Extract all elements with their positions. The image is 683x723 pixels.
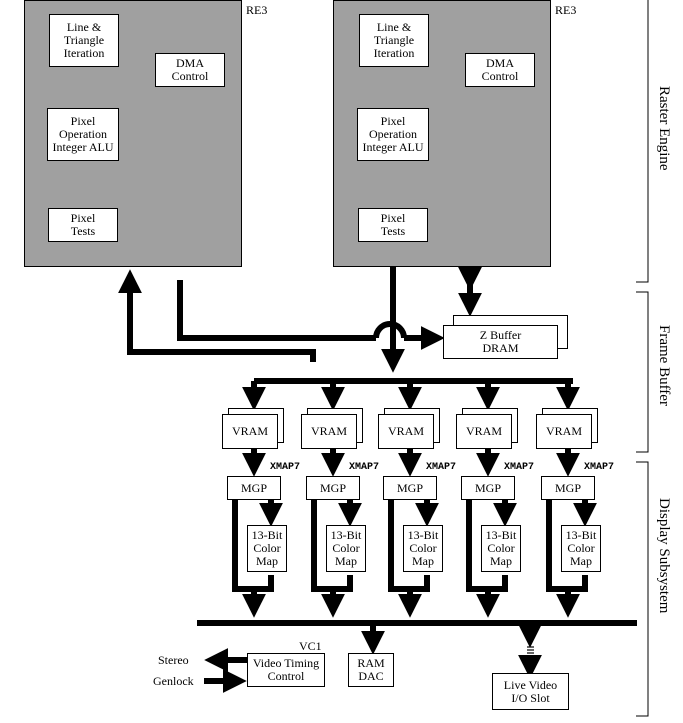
pixel-tests-2: Pixel Tests <box>358 208 428 242</box>
bracket-frame-buffer <box>636 291 649 453</box>
mgp-3: MGP <box>383 476 437 500</box>
wire-chip1-to-zbuffer <box>177 280 376 341</box>
re3-label-2: RE3 <box>555 3 577 17</box>
xmap7-label-5: XMAP7 <box>584 462 615 473</box>
mgp-5: MGP <box>541 476 595 500</box>
genlock-label: Genlock <box>153 674 194 688</box>
xmap7-label-4: XMAP7 <box>504 462 535 473</box>
color-map-5: 13-Bit Color Map <box>561 525 601 572</box>
ram-dac: RAM DAC <box>348 653 394 687</box>
color-map-3: 13-Bit Color Map <box>403 525 443 572</box>
xmap7-label-1: XMAP7 <box>270 462 301 473</box>
vram-1: VRAM <box>222 414 278 449</box>
video-timing-control: Video Timing Control <box>247 653 325 687</box>
xmap7-label-2: XMAP7 <box>349 462 380 473</box>
section-frame-buffer: Frame Buffer <box>656 325 672 406</box>
wire-chip1-to-vram-bus <box>118 269 316 362</box>
pixel-tests-1: Pixel Tests <box>48 208 118 242</box>
zbuffer-dram: Z Buffer DRAM <box>443 325 558 359</box>
section-raster-engine: Raster Engine <box>656 86 672 171</box>
vram-5: VRAM <box>536 414 592 449</box>
bracket-display-subsystem <box>636 461 649 717</box>
bracket-raster-engine <box>636 0 649 283</box>
section-display-subsystem: Display Subsystem <box>656 498 672 614</box>
line-triangle-iteration-1: Line & Triangle Iteration <box>49 14 119 67</box>
live-video-io-slot: Live Video I/O Slot <box>492 673 569 710</box>
mgp-2: MGP <box>306 476 360 500</box>
pixel-operation-alu-1: Pixel Operation Integer ALU <box>47 108 119 161</box>
dma-control-1: DMA Control <box>155 53 225 87</box>
color-map-1: 13-Bit Color Map <box>247 525 287 572</box>
line-triangle-iteration-2: Line & Triangle Iteration <box>359 14 429 67</box>
color-map-2: 13-Bit Color Map <box>326 525 366 572</box>
dma-control-2: DMA Control <box>465 53 535 87</box>
vc1-label: VC1 <box>299 639 322 653</box>
color-map-4: 13-Bit Color Map <box>481 525 521 572</box>
vram-2: VRAM <box>301 414 357 449</box>
vram-4: VRAM <box>456 414 512 449</box>
xmap7-label-3: XMAP7 <box>426 462 457 473</box>
mgp-1: MGP <box>227 476 281 500</box>
mgp-4: MGP <box>461 476 515 500</box>
vram-3: VRAM <box>378 414 434 449</box>
stereo-label: Stereo <box>158 653 189 667</box>
pixel-operation-alu-2: Pixel Operation Integer ALU <box>357 108 429 161</box>
re3-label-1: RE3 <box>246 3 268 17</box>
